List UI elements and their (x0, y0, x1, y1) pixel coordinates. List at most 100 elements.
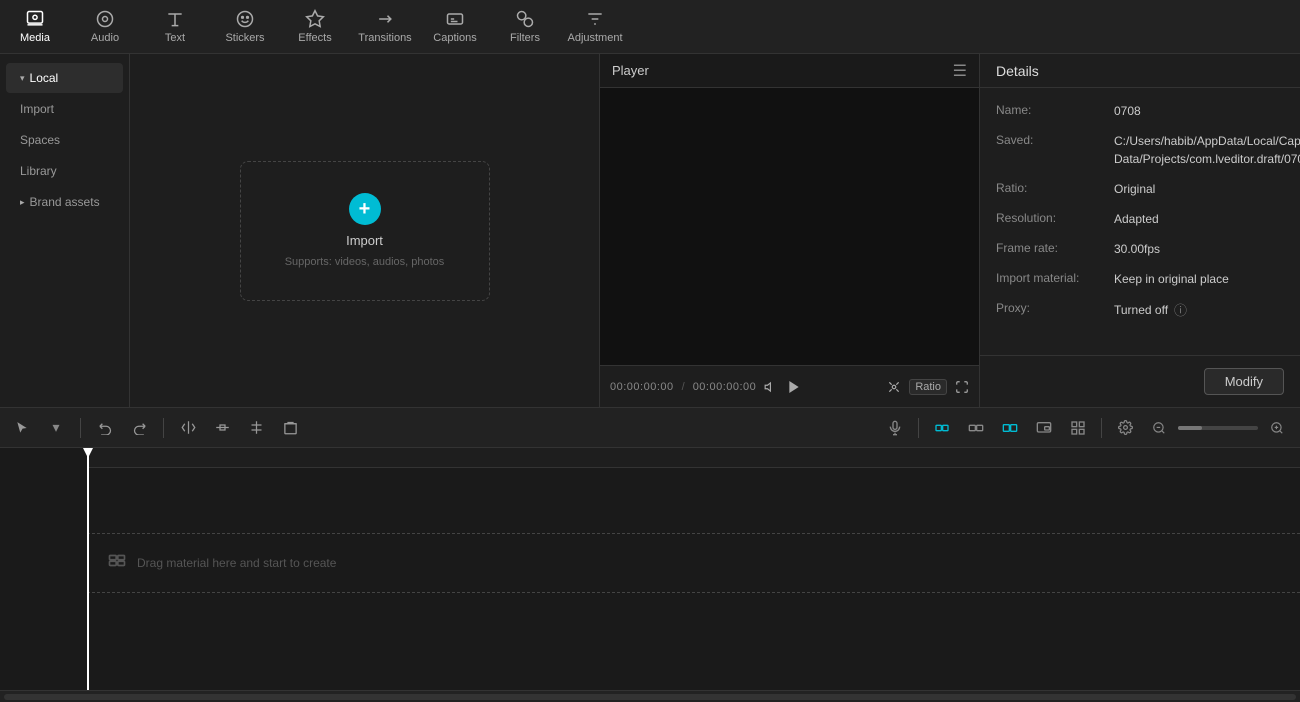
toolbar-transitions[interactable]: Transitions (350, 0, 420, 54)
player-viewport (600, 88, 979, 365)
player-header: Player ☰ (600, 54, 979, 88)
sidebar-item-library[interactable]: Library (6, 156, 123, 186)
toolbar-audio[interactable]: Audio (70, 0, 140, 54)
cursor-tool[interactable] (8, 414, 36, 442)
play-button[interactable] (786, 379, 802, 395)
details-footer: Modify (980, 355, 1300, 407)
toolbar-transitions-label: Transitions (358, 32, 411, 44)
details-title: Details (996, 63, 1039, 79)
arrow-icon: ▸ (20, 197, 25, 208)
info-icon[interactable]: ⓘ (1174, 300, 1187, 319)
detail-label-import-material: Import material: (996, 270, 1106, 285)
toolbar-audio-label: Audio (91, 32, 119, 44)
main-area: ▾ Local Import Spaces Library ▸ Brand as… (0, 54, 1300, 407)
sidebar-item-brand-assets[interactable]: ▸ Brand assets (6, 187, 123, 217)
details-header: Details (980, 54, 1300, 88)
import-label: Import (346, 233, 383, 248)
timeline-playhead[interactable] (87, 448, 89, 690)
microphone-button[interactable] (880, 414, 910, 442)
link-button-3[interactable] (995, 414, 1025, 442)
timeline-toolbar: ▾ (0, 408, 1300, 448)
sidebar-item-local[interactable]: ▾ Local (6, 63, 123, 93)
details-panel: Details Name: 0708 Saved: C:/Users/habib… (980, 54, 1300, 407)
toolbar-stickers[interactable]: Stickers (210, 0, 280, 54)
settings-icon[interactable] (1110, 414, 1140, 442)
sidebar-brand-label: Brand assets (30, 195, 100, 209)
toolbar-adjustment-label: Adjustment (567, 32, 622, 44)
proxy-info: Turned off ⓘ (1114, 300, 1187, 319)
link-button-2[interactable] (961, 414, 991, 442)
align-center-button[interactable] (242, 414, 270, 442)
toolbar-divider-3 (918, 418, 919, 438)
sidebar-local-label: Local (30, 71, 59, 85)
sidebar-item-import[interactable]: Import (6, 94, 123, 124)
timeline-right-controls (880, 414, 1292, 442)
timeline-main-track: Drag material here and start to create (87, 533, 1300, 593)
toolbar-filters[interactable]: Filters (490, 0, 560, 54)
import-sub-label: Supports: videos, audios, photos (285, 256, 445, 268)
detail-label-proxy: Proxy: (996, 300, 1106, 315)
split-button[interactable] (174, 414, 202, 442)
details-content: Name: 0708 Saved: C:/Users/habib/AppData… (980, 88, 1300, 355)
timeline-ruler (87, 448, 1300, 468)
redo-button[interactable] (125, 414, 153, 442)
toolbar-media-label: Media (20, 32, 50, 44)
timecode-current: 00:00:00:00 (610, 381, 674, 393)
left-sidebar: ▾ Local Import Spaces Library ▸ Brand as… (0, 54, 130, 407)
scrollbar-track[interactable] (4, 694, 1296, 700)
link-button-1[interactable] (927, 414, 957, 442)
toolbar-captions[interactable]: Captions (420, 0, 490, 54)
pip-button[interactable] (1029, 414, 1059, 442)
detail-label-resolution: Resolution: (996, 210, 1106, 225)
sidebar-spaces-label: Spaces (20, 133, 60, 147)
import-box[interactable]: + Import Supports: videos, audios, photo… (240, 161, 490, 301)
player-menu-icon[interactable]: ☰ (953, 61, 967, 81)
undo-button[interactable] (91, 414, 119, 442)
detail-row-resolution: Resolution: Adapted (996, 210, 1284, 228)
sidebar-library-label: Library (20, 164, 57, 178)
sidebar-section: ▾ Local Import Spaces Library ▸ Brand as… (0, 54, 129, 226)
player-controls: 00:00:00:00 / 00:00:00:00 Ratio (600, 365, 979, 407)
cursor-dropdown[interactable]: ▾ (42, 414, 70, 442)
toolbar-stickers-label: Stickers (225, 32, 264, 44)
detail-label-name: Name: (996, 102, 1106, 117)
toolbar-adjustment[interactable]: Adjustment (560, 0, 630, 54)
timeline-scrollbar[interactable] (0, 690, 1300, 702)
toolbar-effects[interactable]: Effects (280, 0, 350, 54)
media-panel: + Import Supports: videos, audios, photo… (130, 54, 600, 407)
toolbar-divider (80, 418, 81, 438)
zoom-slider-track[interactable] (1178, 426, 1258, 430)
timeline-area: ▾ (0, 407, 1300, 702)
top-toolbar: Media Audio Text Stickers Effects Tra (0, 0, 1300, 54)
detail-value-saved: C:/Users/habib/AppData/Local/CapCut/User… (1114, 132, 1300, 168)
detail-row-name: Name: 0708 (996, 102, 1284, 120)
toolbar-filters-label: Filters (510, 32, 540, 44)
fullscreen-icon[interactable] (955, 380, 969, 394)
detail-label-ratio: Ratio: (996, 180, 1106, 195)
zoom-plus-icon[interactable] (1262, 414, 1292, 442)
detail-value-framerate: 30.00fps (1114, 240, 1284, 258)
toolbar-media[interactable]: Media (0, 0, 70, 54)
modify-button[interactable]: Modify (1204, 368, 1284, 395)
detail-row-saved: Saved: C:/Users/habib/AppData/Local/CapC… (996, 132, 1284, 168)
volume-icon[interactable] (764, 380, 778, 394)
toolbar-effects-label: Effects (298, 32, 331, 44)
detail-row-ratio: Ratio: Original (996, 180, 1284, 198)
delete-button[interactable] (276, 414, 304, 442)
zoom-minus-icon[interactable] (1144, 414, 1174, 442)
detail-label-framerate: Frame rate: (996, 240, 1106, 255)
toolbar-text-label: Text (165, 32, 185, 44)
ratio-badge[interactable]: Ratio (909, 379, 947, 395)
grid-view-button[interactable] (1063, 414, 1093, 442)
timeline-content: Drag material here and start to create (0, 448, 1300, 690)
screenshot-icon[interactable] (887, 380, 901, 394)
timecode-total: 00:00:00:00 (693, 381, 757, 393)
drag-hint: Drag material here and start to create (107, 553, 336, 573)
detail-row-proxy: Proxy: Turned off ⓘ (996, 300, 1284, 319)
detail-value-import-material: Keep in original place (1114, 270, 1284, 288)
toolbar-text[interactable]: Text (140, 0, 210, 54)
toolbar-divider-2 (163, 418, 164, 438)
trim-button[interactable] (208, 414, 236, 442)
sidebar-item-spaces[interactable]: Spaces (6, 125, 123, 155)
import-plus-icon: + (349, 193, 381, 225)
